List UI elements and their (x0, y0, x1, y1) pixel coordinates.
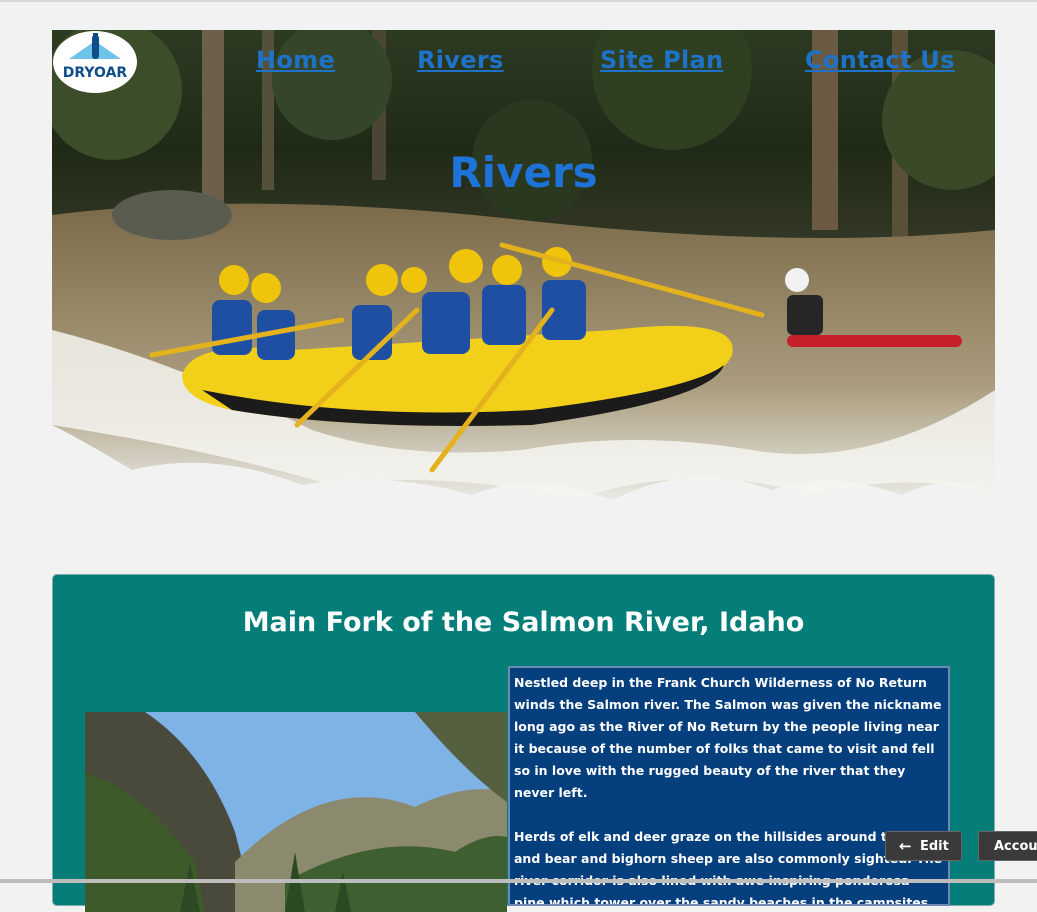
nav-contact-link[interactable]: Contact Us (805, 46, 955, 74)
description-paragraph-1: Nestled deep in the Frank Church Wildern… (514, 675, 942, 800)
hero-banner: DRYOAR Home Rivers Site Plan Contact Us … (52, 30, 995, 500)
arrow-left-icon: ← (899, 837, 912, 855)
account-button[interactable]: Account (978, 831, 1037, 861)
river-description: Nestled deep in the Frank Church Wildern… (508, 666, 950, 906)
nav-home-link[interactable]: Home (256, 46, 335, 74)
edit-button-label: Edit (920, 839, 949, 854)
page-title: Rivers (449, 148, 598, 197)
logo-oar-icon: DRYOAR (63, 33, 128, 81)
nav-rivers-link[interactable]: Rivers (417, 46, 504, 74)
edit-button[interactable]: ← Edit (885, 831, 962, 861)
account-button-label: Account (994, 839, 1037, 854)
river-title: Main Fork of the Salmon River, Idaho (242, 607, 805, 638)
top-border (0, 0, 1037, 2)
logo-text: DRYOAR (63, 65, 128, 81)
description-paragraph-2: Herds of elk and deer graze on the hills… (514, 829, 942, 906)
river-card: Main Fork of the Salmon River, Idaho Nes… (52, 574, 995, 912)
bottom-scrollbar (0, 879, 1037, 883)
nav-site-plan-link[interactable]: Site Plan (600, 46, 723, 74)
dryoar-logo[interactable]: DRYOAR (53, 31, 137, 93)
rafting-hero-image (52, 30, 995, 500)
